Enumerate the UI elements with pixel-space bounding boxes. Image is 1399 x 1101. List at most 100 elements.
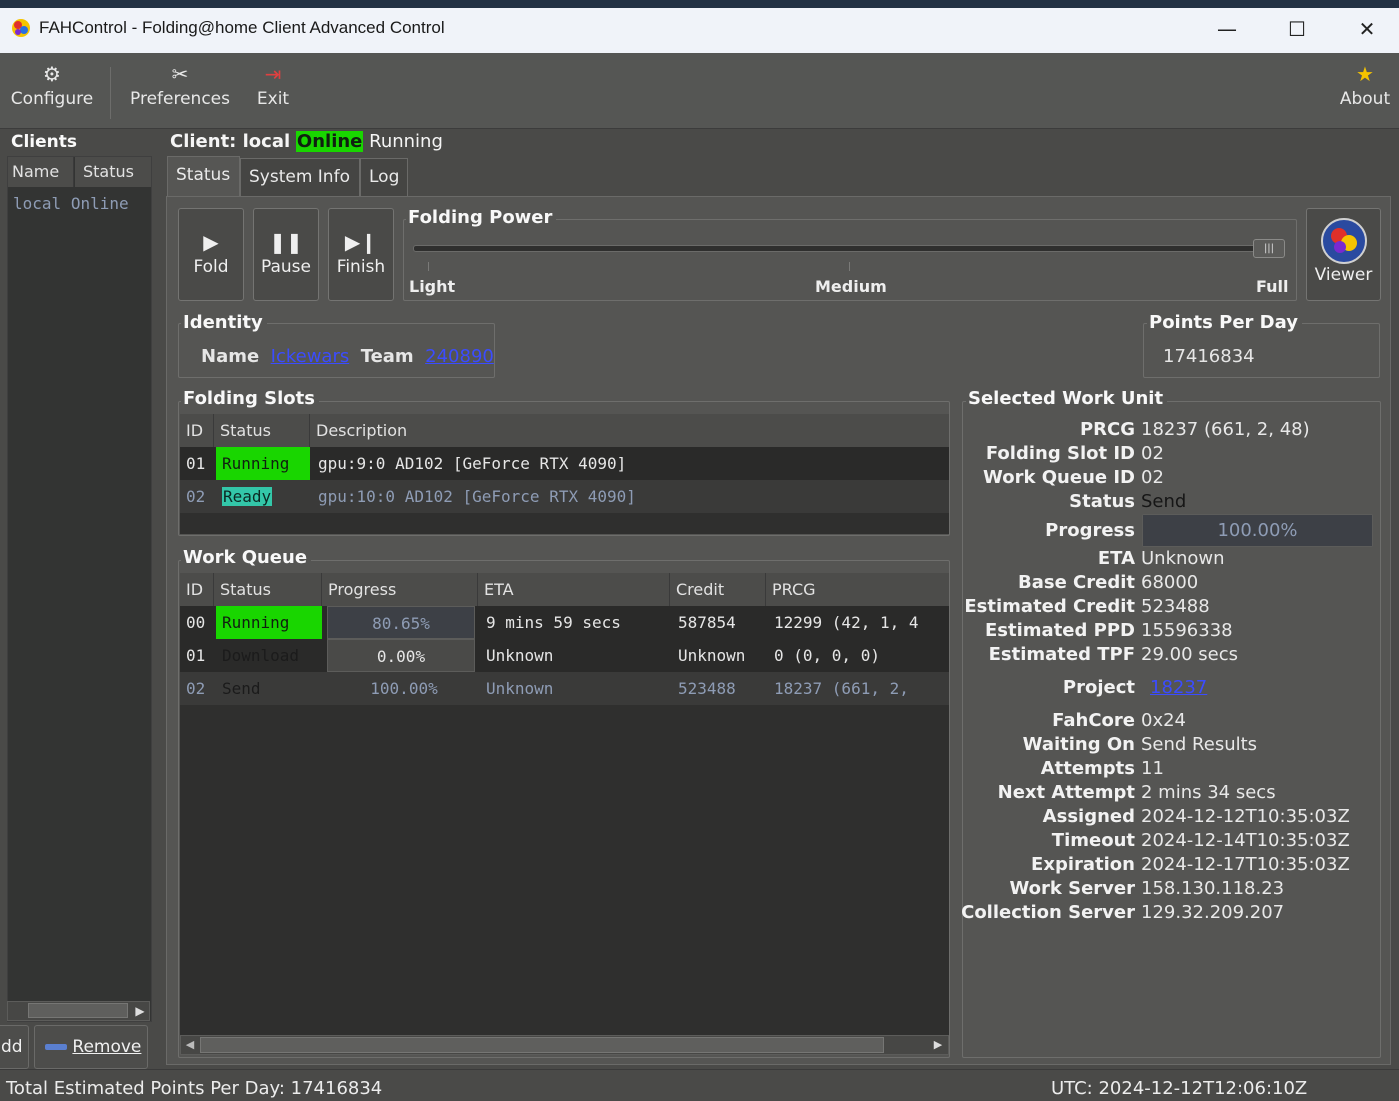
wu-est-ppd-label: Estimated PPD [985,620,1135,641]
wu-work-server-label: Work Server [1009,878,1135,899]
slots-header-description[interactable]: Description [310,414,949,447]
finish-label: Finish [336,257,386,277]
clients-header-name[interactable]: Name [8,157,74,187]
slot-row[interactable]: 01 Running gpu:9:0 AD102 [GeForce RTX 40… [180,447,949,480]
queue-credit: 587854 [678,613,736,632]
scroll-thumb[interactable] [28,1003,128,1018]
wu-status-label: Status [1069,491,1135,512]
wu-project-link[interactable]: 18237 [1150,677,1207,698]
slot-status: Ready [216,480,310,513]
wu-queue-value: 02 [1141,467,1164,488]
clients-title: Clients [11,132,78,152]
minimize-button[interactable]: — [1210,12,1244,46]
queue-header-progress[interactable]: Progress [322,573,478,606]
finish-button[interactable]: ▶❙ Finish [328,208,394,301]
queue-header-eta[interactable]: ETA [478,573,670,606]
queue-header-id[interactable]: ID [180,573,214,606]
ppd-value: 17416834 [1163,346,1255,367]
viewer-button[interactable]: Viewer [1306,208,1381,301]
client-online-badge: Online [295,131,364,152]
clients-list[interactable] [7,156,152,1022]
queue-header-credit[interactable]: Credit [670,573,766,606]
folding-power-slider-handle[interactable]: ||| [1253,239,1285,258]
slots-header-status[interactable]: Status [214,414,310,447]
wu-expiration-label: Expiration [1031,854,1135,875]
scroll-right-arrow-icon[interactable]: ▶ [131,1002,149,1020]
fold-button[interactable]: ▶ Fold [178,208,244,301]
wu-next-attempt-value: 2 mins 34 secs [1141,782,1276,803]
wu-next-attempt-label: Next Attempt [997,782,1135,803]
slots-header: ID Status Description [180,414,949,447]
wu-collection-server-value: 129.32.209.207 [1141,902,1285,923]
slot-row[interactable]: 02 Ready gpu:10:0 AD102 [GeForce RTX 409… [180,480,949,513]
queue-status: Download [222,646,300,665]
wu-base-credit-value: 68000 [1141,572,1199,593]
toolbar-divider [110,67,111,119]
slot-description: gpu:10:0 AD102 [GeForce RTX 4090] [318,487,636,506]
wu-progress-text: 100.00% [1217,520,1298,541]
wu-assigned-value: 2024-12-12T10:35:03Z [1141,806,1350,827]
queue-header-status[interactable]: Status [214,573,322,606]
maximize-button[interactable]: ☐ [1280,12,1314,46]
work-queue-table[interactable]: ID Status Progress ETA Credit PRCG 00 Ru… [180,573,949,1035]
wu-base-credit-label: Base Credit [1017,572,1135,593]
selected-work-unit-title: Selected Work Unit [966,388,1168,409]
slot-description: gpu:9:0 AD102 [GeForce RTX 4090] [318,454,627,473]
viewer-label: Viewer [1314,265,1373,285]
wu-queue-label: Work Queue ID [983,467,1135,488]
identity-team-link[interactable]: 240890 [425,346,494,367]
queue-id: 02 [186,679,206,698]
scroll-left-arrow-icon[interactable]: ◀ [182,1036,198,1054]
add-button[interactable]: dd [0,1025,29,1069]
add-label: dd [1,1037,23,1057]
folding-slots-table[interactable]: ID Status Description 01 Running gpu:9:0… [180,414,949,534]
queue-header-prcg[interactable]: PRCG [766,573,949,606]
queue-row[interactable]: 01 Download 0.00% Unknown Unknown 0 (0, … [180,639,949,672]
exit-button[interactable]: ⇥ Exit [250,59,296,123]
clients-header-status[interactable]: Status [75,157,151,187]
total-ppd-status: Total Estimated Points Per Day: 17416834 [6,1078,383,1099]
slider-tick [428,262,429,271]
work-queue-title: Work Queue [181,547,312,568]
queue-scroll-thumb[interactable] [200,1037,884,1053]
queue-progress-text: 0.00% [376,647,426,666]
wu-assigned-label: Assigned [1042,806,1135,827]
configure-button[interactable]: ⚙ Configure [6,59,98,123]
tab-system-info[interactable]: System Info [240,158,360,196]
identity-title: Identity [181,312,267,333]
queue-row[interactable]: 02 Send 100.00% Unknown 523488 18237 (66… [180,672,949,705]
slots-header-id[interactable]: ID [180,414,214,447]
queue-header: ID Status Progress ETA Credit PRCG [180,573,949,606]
queue-progress-bar: 80.65% [327,606,475,639]
slot-id: 01 [186,454,206,473]
tab-status[interactable]: Status [167,156,240,196]
queue-row[interactable]: 00 Running 80.65% 9 mins 59 secs 587854 … [180,606,949,639]
gears-icon: ⚙ [43,62,61,86]
queue-eta: Unknown [486,679,554,698]
queue-progress-text: 100.00% [370,679,438,698]
client-row-name: local [13,194,62,213]
status-bar: Total Estimated Points Per Day: 17416834… [0,1069,1399,1101]
wu-slot-label: Folding Slot ID [985,443,1135,464]
wu-est-ppd-value: 15596338 [1141,620,1233,641]
pause-button[interactable]: ❚❚ Pause [253,208,319,301]
queue-prcg: 0 (0, 0, 0) [774,646,880,665]
window-title: FAHControl - Folding@home Client Advance… [39,18,445,37]
scroll-right-arrow-icon[interactable]: ▶ [930,1036,946,1054]
close-button[interactable]: ✕ [1350,12,1384,46]
wu-progress-bar: 100.00% [1142,514,1373,547]
tab-log[interactable]: Log [360,158,408,196]
wu-waiting-label: Waiting On [1022,734,1135,755]
preferences-button[interactable]: ✂ Preferences [124,59,236,123]
wu-est-credit-label: Estimated Credit [964,596,1135,617]
client-row-local[interactable]: local Online [8,194,151,220]
slider-tick [849,262,850,271]
remove-button[interactable]: Remove [34,1025,148,1069]
about-button[interactable]: ★ About [1336,59,1394,123]
remove-label: Remove [72,1037,142,1057]
folding-power-slider-track[interactable] [413,245,1285,252]
utc-clock: UTC: 2024-12-12T12:06:10Z [1051,1078,1308,1099]
identity-name-link[interactable]: Ickewars [271,346,350,367]
client-header: Client: local Online Running [170,131,443,152]
queue-id: 01 [186,646,206,665]
